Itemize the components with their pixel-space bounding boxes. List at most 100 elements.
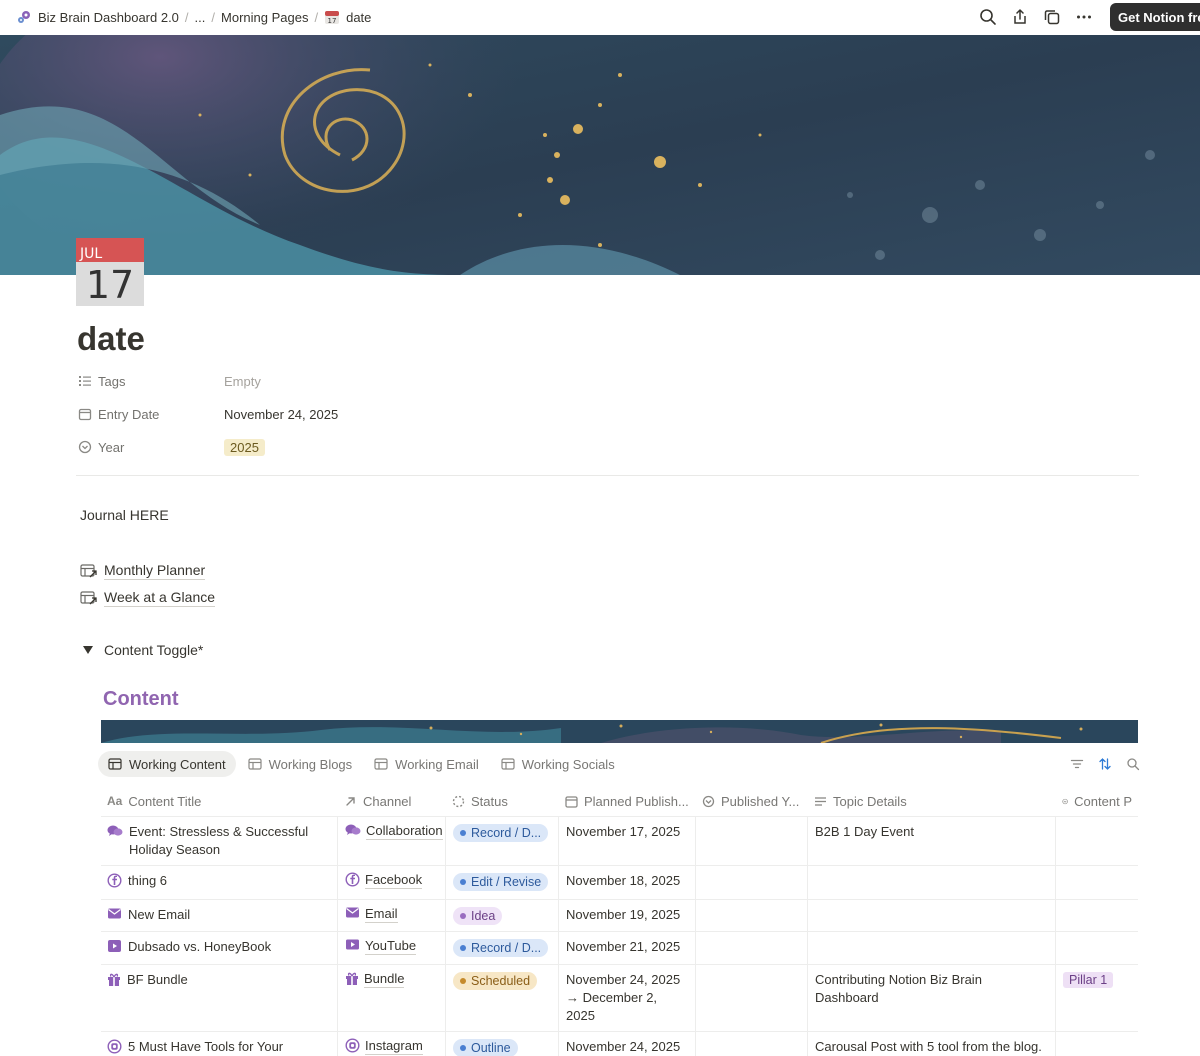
cell-channel[interactable]: Instagram — [338, 1032, 446, 1056]
toggle-label: Content Toggle* — [104, 642, 204, 658]
cell-content-title[interactable]: 5 Must Have Tools for Your Solopreneur B… — [101, 1032, 338, 1056]
table-row[interactable]: Dubsado vs. HoneyBook YouTube Record / D..… — [101, 932, 1138, 965]
gears-icon — [18, 11, 30, 23]
tab-working-blogs[interactable]: Working Blogs — [238, 751, 363, 777]
cell-planned-publish[interactable]: November 21, 2025 — [559, 932, 696, 964]
get-notion-free-button[interactable]: Get Notion free — [1110, 3, 1200, 31]
cell-status[interactable]: Scheduled — [446, 965, 559, 1031]
cell-content-title[interactable]: thing 6 — [101, 866, 338, 899]
column-header-topic-details[interactable]: Topic Details — [808, 786, 1056, 816]
cell-channel[interactable]: Facebook — [338, 866, 446, 899]
cell-published-year[interactable] — [696, 866, 808, 899]
column-header-content-pillar[interactable]: Content P — [1056, 786, 1138, 816]
cell-channel[interactable]: Collaboration — [338, 817, 446, 865]
channel-link[interactable]: Instagram — [365, 1038, 423, 1055]
breadcrumb-item-ellipsis[interactable]: ... — [191, 10, 210, 25]
cell-published-year[interactable] — [696, 817, 808, 865]
cell-planned-publish[interactable]: November 19, 2025 — [559, 900, 696, 931]
journal-text[interactable]: Journal HERE — [80, 507, 169, 523]
cell-topic-details[interactable] — [808, 866, 1056, 899]
status-badge: Outline — [453, 1039, 518, 1056]
property-entry-date[interactable]: Entry Date November 24, 2025 — [78, 400, 338, 428]
column-header-status[interactable]: Status — [446, 786, 559, 816]
page-calendar-icon[interactable]: JUL 17 — [76, 238, 144, 307]
tab-working-email[interactable]: Working Email — [364, 751, 489, 777]
facebook-icon — [345, 872, 360, 892]
table-row[interactable]: New Email Email Idea November 19, 2025 — [101, 900, 1138, 932]
cell-status[interactable]: Idea — [446, 900, 559, 931]
cell-topic-details[interactable]: B2B 1 Day Event — [808, 817, 1056, 865]
cell-topic-details[interactable] — [808, 900, 1056, 931]
cell-published-year[interactable] — [696, 900, 808, 931]
cell-content-title[interactable]: BF Bundle — [101, 965, 338, 1031]
property-tags[interactable]: Tags Empty — [78, 367, 261, 395]
cell-status[interactable]: Edit / Revise — [446, 866, 559, 899]
cell-published-year[interactable] — [696, 932, 808, 964]
svg-text:17: 17 — [328, 17, 337, 25]
tab-working-content[interactable]: Working Content — [98, 751, 236, 777]
cell-content-title[interactable]: New Email — [101, 900, 338, 931]
cell-content-pillar[interactable] — [1056, 1032, 1138, 1056]
cell-content-pillar[interactable] — [1056, 932, 1138, 964]
cell-content-pillar[interactable] — [1056, 900, 1138, 931]
cell-topic-details[interactable]: Contributing Notion Biz Brain Dashboard — [808, 965, 1056, 1031]
table-row[interactable]: Event: Stressless & Successful Holiday S… — [101, 817, 1138, 866]
cell-channel[interactable]: YouTube — [338, 932, 446, 964]
cell-status[interactable]: Record / D... — [446, 932, 559, 964]
page-title[interactable]: date — [77, 320, 145, 358]
cell-content-title[interactable]: Dubsado vs. HoneyBook — [101, 932, 338, 964]
sort-button[interactable] — [1094, 752, 1116, 776]
cell-content-pillar[interactable] — [1056, 866, 1138, 899]
breadcrumb-item-date[interactable]: 17 date — [320, 9, 375, 25]
cell-topic-details[interactable]: Carousal Post with 5 tool from the blog. — [808, 1032, 1056, 1056]
channel-link[interactable]: Facebook — [365, 872, 423, 889]
link-week-at-a-glance[interactable]: Week at a Glance — [80, 589, 216, 607]
search-button[interactable] — [972, 3, 1004, 31]
link-monthly-planner[interactable]: Monthly Planner — [80, 562, 206, 580]
channel-link[interactable]: YouTube — [365, 938, 417, 955]
table-row[interactable]: BF Bundle Bundle Scheduled November 24, 202… — [101, 965, 1138, 1032]
cell-planned-publish[interactable]: November 17, 2025 — [559, 817, 696, 865]
cell-published-year[interactable] — [696, 1032, 808, 1056]
channel-link[interactable]: Email — [365, 906, 398, 923]
property-year[interactable]: Year 2025 — [78, 433, 265, 461]
cell-published-year[interactable] — [696, 965, 808, 1031]
cell-content-title[interactable]: Event: Stressless & Successful Holiday S… — [101, 817, 338, 865]
cell-planned-publish[interactable]: November 24, 202511:00 AM — [559, 1032, 696, 1056]
duplicate-button[interactable] — [1036, 3, 1068, 31]
database-title[interactable]: Content — [103, 688, 179, 711]
column-header-content-title[interactable]: Aa Content Title — [101, 786, 338, 816]
breadcrumb-label: Biz Brain Dashboard 2.0 — [38, 9, 179, 25]
channel-link[interactable]: Collaboration — [366, 823, 443, 840]
breadcrumb-item-morning-pages[interactable]: Morning Pages — [217, 10, 312, 25]
content-toggle[interactable]: Content Toggle* — [82, 642, 203, 658]
instagram-icon — [345, 1038, 360, 1056]
share-button[interactable] — [1004, 3, 1036, 31]
cell-content-pillar[interactable] — [1056, 817, 1138, 865]
cell-status[interactable]: Record / D... — [446, 817, 559, 865]
more-button[interactable] — [1068, 3, 1100, 31]
search-database-button[interactable] — [1122, 752, 1144, 776]
cell-planned-publish[interactable]: November 24, 2025 → December 2, 2025 — [559, 965, 696, 1031]
cell-planned-publish[interactable]: November 18, 2025 — [559, 866, 696, 899]
cell-channel[interactable]: Bundle — [338, 965, 446, 1031]
tab-working-socials[interactable]: Working Socials — [491, 751, 625, 777]
breadcrumb-item-dashboard[interactable]: Biz Brain Dashboard 2.0 — [12, 9, 183, 25]
column-header-planned-publish[interactable]: Planned Publish... — [559, 786, 696, 816]
table-row[interactable]: thing 6 Facebook Edit / Revise November 18,… — [101, 866, 1138, 900]
column-header-published-year[interactable]: Published Y... — [696, 786, 808, 816]
table-icon — [247, 758, 262, 770]
column-header-channel[interactable]: Channel — [338, 786, 446, 816]
cell-topic-details[interactable] — [808, 932, 1056, 964]
table-row[interactable]: 5 Must Have Tools for Your Solopreneur B… — [101, 1032, 1138, 1056]
filter-button[interactable] — [1066, 752, 1088, 776]
database-tools — [1066, 752, 1144, 776]
cell-status[interactable]: Outline — [446, 1032, 559, 1056]
gift-icon — [345, 971, 359, 991]
cell-channel[interactable]: Email — [338, 900, 446, 931]
page-icon-month: JUL — [79, 246, 102, 262]
channel-link[interactable]: Bundle — [364, 971, 405, 988]
cell-content-pillar[interactable]: Pillar 1 — [1056, 965, 1138, 1031]
link-label: Monthly Planner — [104, 562, 206, 580]
status-dot — [460, 830, 466, 836]
